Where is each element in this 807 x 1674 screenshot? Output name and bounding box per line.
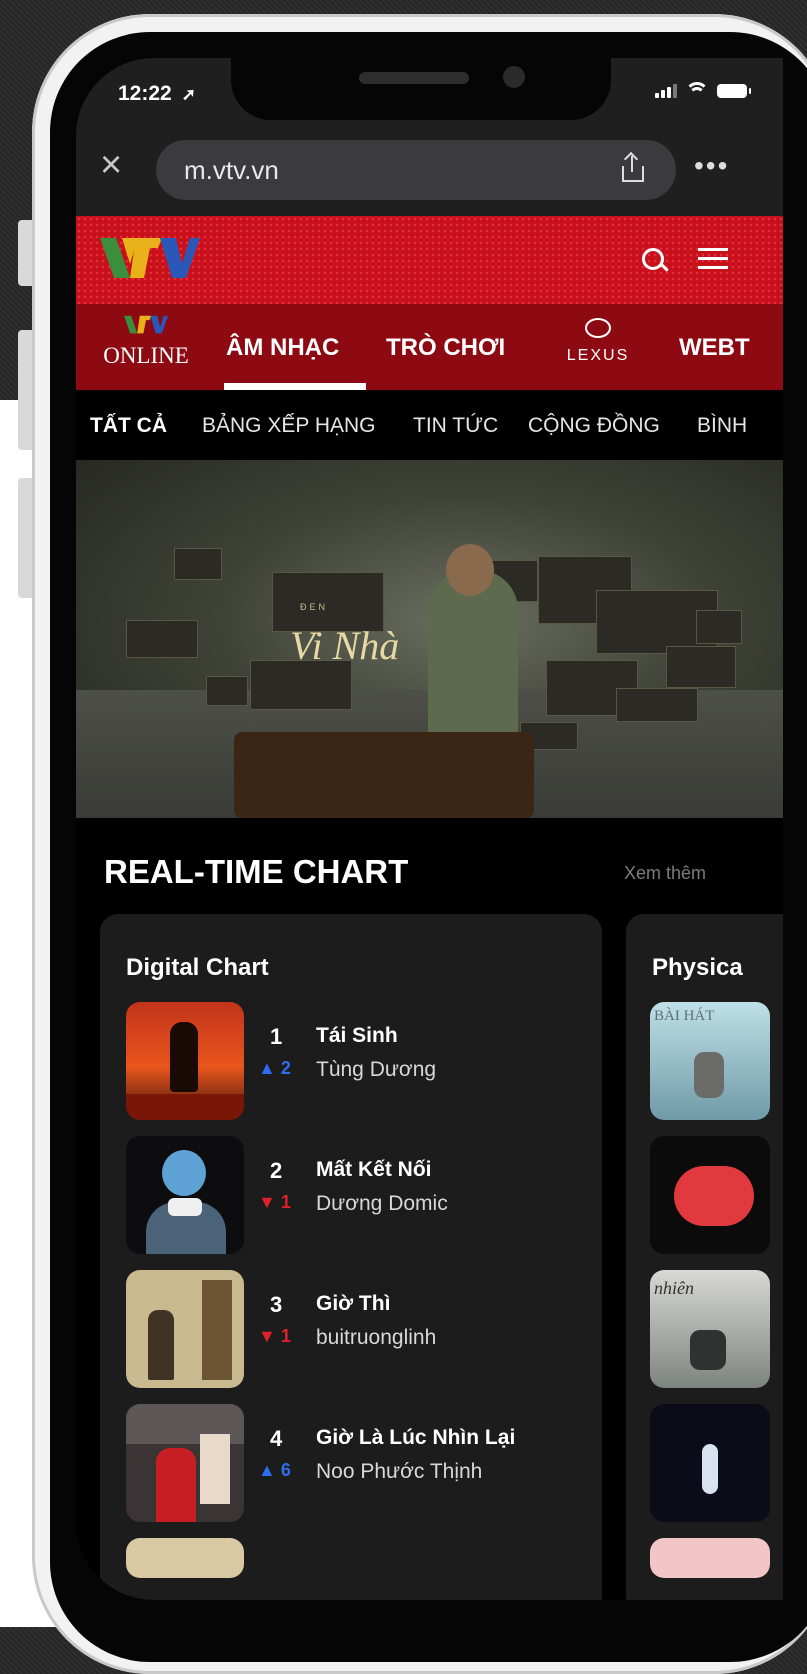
search-icon[interactable]	[642, 248, 664, 270]
nav-item-music[interactable]: ÂM NHẠC	[226, 334, 339, 362]
lexus-sponsor-logo[interactable]: LEXUS	[542, 318, 654, 365]
album-cover	[126, 1270, 244, 1388]
location-arrow-icon: ➚	[181, 85, 196, 104]
album-cover[interactable]: nhiên	[650, 1270, 770, 1388]
chart-row[interactable]: 2 ▼ 1 Mất Kết Nối Dương Domic	[126, 1136, 606, 1254]
song-title[interactable]: Giờ Là Lúc Nhìn Lại	[316, 1426, 515, 1450]
artist-name[interactable]: Dương Domic	[316, 1192, 448, 1216]
url-text: m.vtv.vn	[184, 155, 279, 185]
digital-chart-card: Digital Chart 1 ▲ 2 Tái Sinh Tùng Dương …	[100, 914, 602, 1600]
main-nav: ONLINE ÂM NHẠC TRÒ CHƠI LEXUS WEBT	[76, 304, 783, 390]
vtv-logo[interactable]	[100, 234, 200, 284]
subnav-item-community[interactable]: CỘNG ĐỒNG	[528, 414, 660, 438]
album-cover	[126, 1136, 244, 1254]
sub-nav: TẤT CẢ BẢNG XẾP HẠNG TIN TỨC CỘNG ĐỒNG B…	[76, 390, 783, 466]
rank-change: ▼ 1	[258, 1326, 291, 1346]
share-icon[interactable]	[622, 151, 644, 182]
album-cover	[126, 1404, 244, 1522]
chart-rank: 4	[270, 1426, 283, 1451]
chart-rank: 3	[270, 1292, 283, 1317]
lexus-label: LEXUS	[566, 347, 630, 364]
chart-rank: 1	[270, 1024, 283, 1049]
wifi-icon	[685, 82, 709, 98]
subnav-item-all[interactable]: TẤT CẢ	[90, 414, 167, 438]
up-arrow-icon: ▲	[258, 1460, 276, 1480]
album-cover[interactable]: BÀI HÁT	[650, 1002, 770, 1120]
active-nav-indicator	[224, 383, 366, 390]
card-title: Physica	[652, 954, 743, 981]
nav-item-webtv[interactable]: WEBT	[679, 334, 750, 362]
clock-time: 12:22	[118, 82, 172, 105]
rank-change: ▲ 6	[258, 1460, 291, 1480]
physical-chart-card: Physica BÀI HÁT nhiên	[626, 914, 783, 1600]
rank-change: ▲ 2	[258, 1058, 291, 1078]
vtv-online-mark	[124, 315, 168, 334]
volume-down-button	[18, 478, 32, 598]
battery-icon	[717, 84, 751, 98]
section-title: REAL-TIME CHART	[104, 853, 409, 890]
status-icons	[655, 82, 751, 98]
hero-title: Vi Nhà	[290, 623, 400, 668]
chart-row[interactable]: 3 ▼ 1 Giờ Thì buitruonglinh	[126, 1270, 606, 1388]
subnav-item-comment[interactable]: BÌNH	[697, 414, 747, 438]
vtv-online-logo[interactable]: ONLINE	[96, 314, 196, 369]
browser-url-bar: × m.vtv.vn •••	[76, 128, 783, 216]
rank-change: ▼ 1	[258, 1192, 291, 1212]
album-cover	[126, 1002, 244, 1120]
notch	[231, 58, 611, 120]
chart-row[interactable]: 1 ▲ 2 Tái Sinh Tùng Dương	[126, 1002, 606, 1120]
see-more-link[interactable]: Xem thêm	[624, 863, 706, 884]
signal-icon	[655, 82, 677, 98]
nav-item-games[interactable]: TRÒ CHƠI	[386, 334, 505, 362]
chart-rank: 2	[270, 1158, 283, 1183]
artist-name[interactable]: Noo Phước Thịnh	[316, 1460, 482, 1484]
site-header	[76, 216, 783, 304]
artist-name[interactable]: Tùng Dương	[316, 1058, 436, 1082]
phone-screen: 12:22 ➚ × m.vtv.vn ••• ONLINE ÂM NHẠC TR…	[76, 58, 783, 1600]
song-title[interactable]: Mất Kết Nối	[316, 1158, 432, 1182]
lexus-icon	[585, 318, 611, 338]
subnav-item-news[interactable]: TIN TỨC	[413, 414, 498, 438]
mute-switch	[18, 220, 32, 286]
cover-text: nhiên	[654, 1278, 694, 1298]
clock: 12:22 ➚	[118, 82, 196, 106]
album-cover[interactable]	[650, 1404, 770, 1522]
album-cover[interactable]	[650, 1538, 770, 1578]
online-label: ONLINE	[103, 343, 189, 368]
menu-icon[interactable]	[698, 248, 728, 275]
hero-small-text: ĐEN	[300, 602, 329, 612]
close-icon[interactable]: ×	[100, 146, 122, 184]
album-cover	[126, 1538, 244, 1578]
song-title[interactable]: Tái Sinh	[316, 1024, 398, 1048]
song-title[interactable]: Giờ Thì	[316, 1292, 390, 1316]
address-field[interactable]: m.vtv.vn	[156, 140, 676, 200]
speaker-icon	[359, 72, 469, 84]
more-icon[interactable]: •••	[694, 150, 729, 182]
down-arrow-icon: ▼	[258, 1326, 276, 1346]
album-cover[interactable]	[650, 1136, 770, 1254]
card-title: Digital Chart	[126, 954, 269, 981]
cover-text: BÀI HÁT	[654, 1008, 715, 1024]
hero-banner[interactable]: ĐEN Vi Nhà	[76, 460, 783, 818]
artist-name[interactable]: buitruonglinh	[316, 1326, 436, 1350]
subnav-item-charts[interactable]: BẢNG XẾP HẠNG	[202, 414, 376, 438]
down-arrow-icon: ▼	[258, 1192, 276, 1212]
up-arrow-icon: ▲	[258, 1058, 276, 1078]
camera-icon	[503, 66, 525, 88]
chart-row[interactable]: 4 ▲ 6 Giờ Là Lúc Nhìn Lại Noo Phước Thịn…	[126, 1404, 606, 1522]
volume-up-button	[18, 330, 32, 450]
